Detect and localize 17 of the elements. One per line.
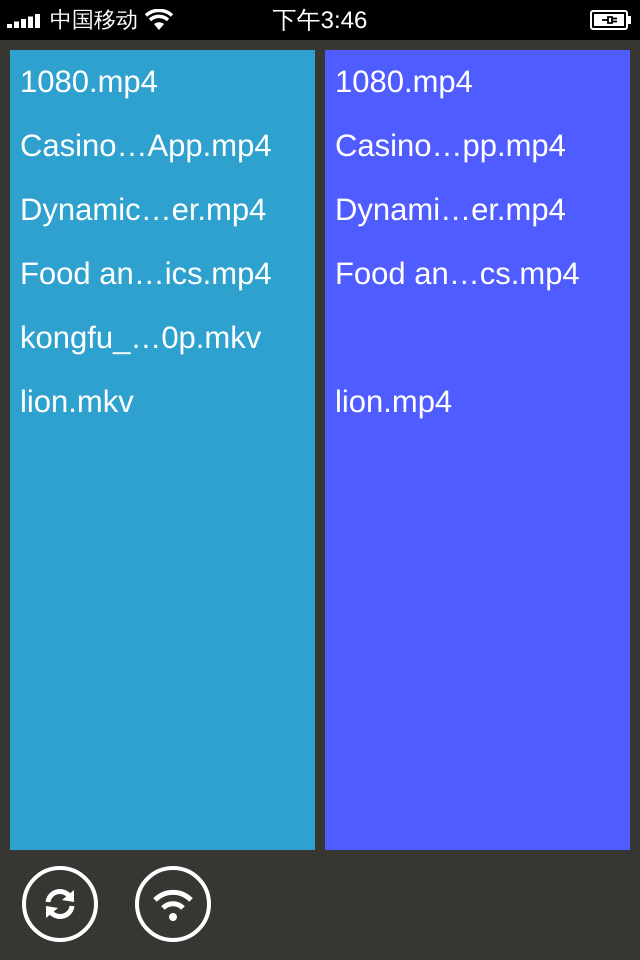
file-name[interactable]: lion.mkv [10, 372, 315, 436]
wifi-icon [144, 9, 174, 31]
file-name[interactable]: Dynami…er.mp4 [325, 180, 630, 244]
wifi-button[interactable] [135, 866, 211, 942]
carrier-name: 中国移动 [50, 6, 138, 34]
battery-charging-icon [590, 10, 632, 30]
refresh-button[interactable] [22, 866, 98, 942]
file-name[interactable]: Dynamic…er.mp4 [10, 180, 315, 244]
file-name[interactable]: 1080.mp4 [10, 52, 315, 116]
file-name[interactable]: Food an…ics.mp4 [10, 244, 315, 308]
file-name[interactable]: Casino…pp.mp4 [325, 116, 630, 180]
file-name[interactable]: Casino…App.mp4 [10, 116, 315, 180]
file-name[interactable]: 1080.mp4 [325, 52, 630, 116]
file-name[interactable]: kongfu_…0p.mkv [10, 308, 315, 372]
file-name[interactable]: lion.mp4 [325, 372, 630, 436]
clock-time: 下午3:46 [272, 6, 368, 36]
file-name[interactable]: Food an…cs.mp4 [325, 244, 630, 308]
